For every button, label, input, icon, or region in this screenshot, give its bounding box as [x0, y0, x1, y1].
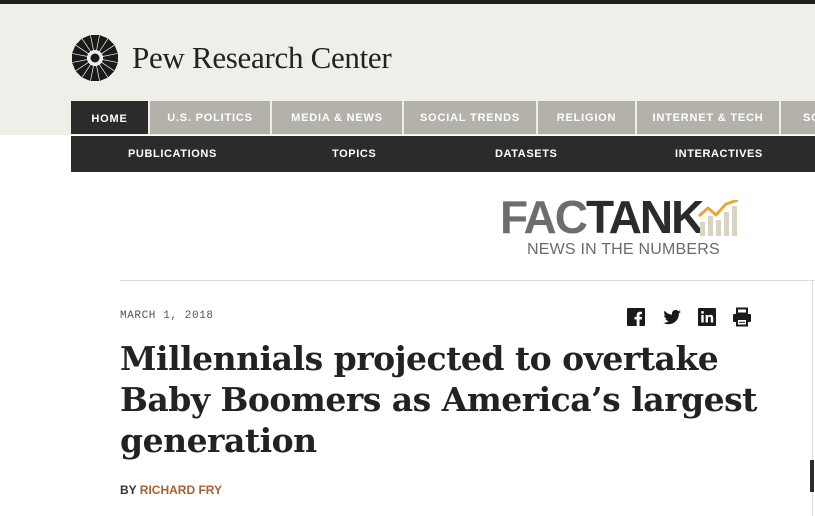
nav-tab-social-trends[interactable]: SOCIAL TRENDS [404, 101, 536, 134]
article-title: Millennials projected to overtake Baby B… [120, 339, 757, 460]
primary-nav: HOME U.S. POLITICS MEDIA & NEWS SOCIAL T… [71, 101, 815, 134]
brand-name: Pew Research Center [132, 40, 392, 75]
nav-tab-label: HOME [91, 112, 128, 125]
nav-tab-label: SOCIAL TRENDS [419, 111, 521, 124]
factank-logo[interactable]: FACTANK NEWS IN THE NUMBERS [500, 194, 750, 266]
brand-logo[interactable]: Pew Research Center [70, 33, 392, 83]
nav-tab-media-news[interactable]: MEDIA & NEWS [272, 101, 402, 134]
nav-tab-label: SC [803, 111, 815, 124]
share-facebook[interactable] [626, 307, 646, 327]
author-link[interactable]: RICHARD FRY [140, 483, 222, 497]
article-byline: BY RICHARD FRY [120, 483, 222, 497]
factank-tagline: NEWS IN THE NUMBERS [527, 241, 720, 258]
trend-chart-icon [698, 200, 739, 236]
nav-tab-home[interactable]: HOME [71, 101, 148, 134]
facebook-icon [627, 308, 645, 326]
nav-tab-label: U.S. POLITICS [167, 111, 253, 124]
article-date: MARCH 1, 2018 [120, 310, 214, 322]
nav-tab-internet-tech[interactable]: INTERNET & TECH [637, 101, 779, 134]
nav-publications[interactable]: PUBLICATIONS [128, 136, 217, 172]
share-print[interactable] [732, 307, 752, 327]
factank-word-tank: TANK [586, 191, 704, 243]
share-twitter[interactable] [662, 307, 682, 327]
nav-tab-us-politics[interactable]: U.S. POLITICS [150, 101, 270, 134]
share-linkedin[interactable] [697, 307, 717, 327]
twitter-icon [663, 309, 681, 325]
factank-word-fac: FAC [500, 191, 588, 243]
sunburst-logo-icon [72, 35, 118, 81]
nav-interactives[interactable]: INTERACTIVES [675, 136, 763, 172]
factank-wordmark: FACTANK [500, 191, 704, 243]
secondary-nav: PUBLICATIONS TOPICS DATASETS INTERACTIVE… [71, 136, 815, 172]
nav-tab-science[interactable]: SC [781, 101, 815, 134]
linkedin-icon [698, 308, 716, 326]
nav-datasets[interactable]: DATASETS [495, 136, 557, 172]
nav-topics[interactable]: TOPICS [332, 136, 376, 172]
print-icon [733, 307, 751, 327]
nav-tab-label: RELIGION [556, 111, 617, 124]
content-divider [120, 280, 815, 281]
nav-tab-religion[interactable]: RELIGION [538, 101, 635, 134]
sidebar-marker [810, 460, 814, 492]
byline-prefix: BY [120, 483, 137, 497]
nav-tab-label: INTERNET & TECH [652, 111, 764, 124]
nav-tab-label: MEDIA & NEWS [291, 111, 383, 124]
